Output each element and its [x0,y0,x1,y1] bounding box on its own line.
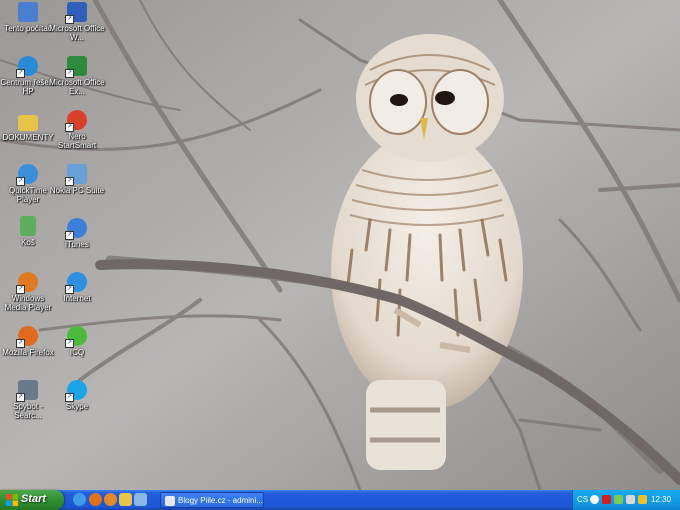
desktop-icon-nokia[interactable]: ↗ Nokia PC Suite [49,164,105,195]
speaker-tray-icon[interactable] [626,495,635,504]
ati-tray-icon[interactable] [602,495,611,504]
desktop-icon-quicktime[interactable]: ↗ QuickTime Player [0,164,56,204]
desktop-icon-label: Centrum řešení HP [0,78,56,96]
spybot-icon: ↗ [16,380,38,402]
desktop-icon-label: Spybot - Searc... [13,402,43,420]
desktop[interactable]: Tento počítač ↗ Microsoft Office W... ↗ … [0,0,680,510]
firefox-icon: ↗ [16,326,38,348]
folder-quicklaunch-icon[interactable] [119,493,132,506]
desktop-icon-label: iTunes [65,240,89,249]
desktop-icon-label: Internet [63,294,91,303]
desktop-icon-firefox[interactable]: ↗ Mozilla Firefox [0,326,56,357]
windows-logo-icon [6,494,18,506]
word-icon: ↗ [65,2,87,24]
nero-icon: ↗ [65,110,87,132]
desktop-icon-dokumenty[interactable]: DOKUMENTY [0,112,56,142]
desktop-icon-itunes[interactable]: ↗ iTunes [49,218,105,249]
desktop-icon-label: Nokia PC Suite [49,186,105,195]
nokia-pc-suite-icon: ↗ [65,164,87,186]
my-computer-icon [18,2,38,22]
taskbar-window-button[interactable]: Blogy Piile.cz - admini... [160,492,264,508]
media-player-icon: ↗ [16,272,38,294]
language-indicator[interactable]: CS [577,495,588,504]
desktop-icon-hp-centrum[interactable]: ↗ Centrum řešení HP [0,56,56,96]
desktop-icon-label: Windows Media Player [4,294,52,312]
desktop-icon-label: Koš [21,238,35,247]
desktop-icon-excel[interactable]: ↗ Microsoft Office Ex... [49,56,105,96]
desktop-icon-word[interactable]: ↗ Microsoft Office W... [49,2,105,42]
desktop-icon-label: Microsoft Office W... [49,24,105,42]
start-label: Start [21,493,47,505]
itunes-icon: ↗ [65,218,87,240]
network-tray-icon[interactable] [614,495,623,504]
icq-icon: ↗ [65,326,87,348]
taskbar-window-title: Blogy Piile.cz - admini... [178,496,263,505]
show-desktop-icon[interactable] [134,493,147,506]
desktop-icon-label: Nero StartSmart [57,132,97,150]
taskbar: Start Blogy Piile.cz - admini... CS 12:3… [0,490,680,510]
media-quicklaunch-icon[interactable] [104,493,117,506]
security-tray-icon[interactable] [638,495,647,504]
firefox-quicklaunch-icon[interactable] [89,493,102,506]
desktop-icon-label: QuickTime Player [9,186,47,204]
folder-icon [18,115,38,131]
desktop-icon-skype[interactable]: ↗ Skype [49,380,105,411]
excel-icon: ↗ [65,56,87,78]
desktop-icon-label: Mozilla Firefox [2,348,54,357]
desktop-icon-spybot[interactable]: ↗ Spybot - Searc... [0,380,56,420]
start-button[interactable]: Start [0,490,64,510]
hp-solution-center-icon: ↗ [16,56,38,78]
clock[interactable]: 12:30 [651,495,671,504]
desktop-icon-label: Skype [65,402,89,411]
desktop-icon-label: ICQ [69,348,85,357]
desktop-icon-nero[interactable]: ↗ Nero StartSmart [49,110,105,150]
desktop-icon-label: Microsoft Office Ex... [49,78,105,96]
ie-quicklaunch-icon[interactable] [73,493,86,506]
desktop-icon-kos[interactable]: Koš [0,216,56,247]
recycle-bin-icon [20,216,36,236]
desktop-icon-icq[interactable]: ↗ ICQ [49,326,105,357]
skype-icon: ↗ [65,380,87,402]
internet-explorer-icon: ↗ [65,272,87,294]
desktop-icon-media-player[interactable]: ↗ Windows Media Player [0,272,56,312]
search-tray-icon[interactable] [590,495,599,504]
quicktime-icon: ↗ [16,164,38,186]
browser-window-icon [165,495,175,506]
desktop-icon-label: DOKUMENTY [2,133,54,142]
desktop-icon-tento-pocitac[interactable]: Tento počítač [0,2,56,33]
desktop-icon-label: Tento počítač [4,24,52,33]
desktop-icon-internet[interactable]: ↗ Internet [49,272,105,303]
